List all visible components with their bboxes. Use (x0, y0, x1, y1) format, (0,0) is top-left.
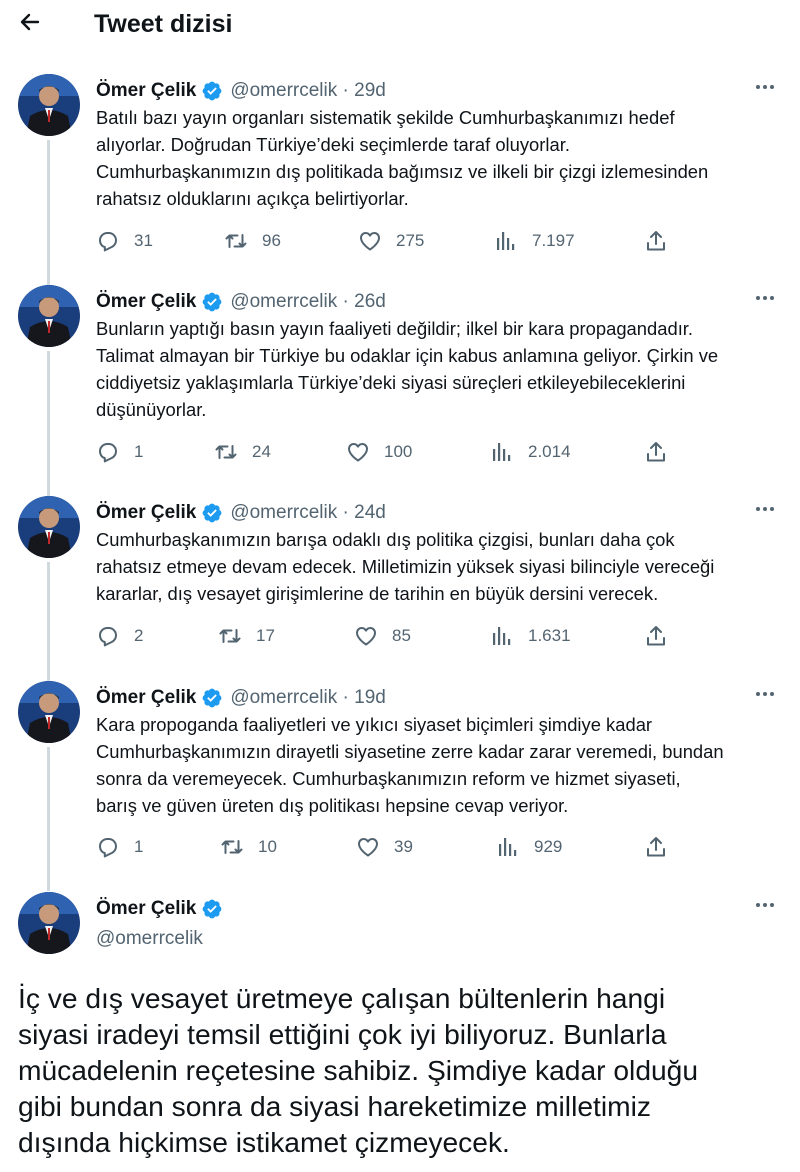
author-handle-time[interactable]: @omerrcelik · 24d (230, 502, 386, 524)
reply-button[interactable]: 2 (96, 623, 143, 649)
avatar[interactable] (18, 74, 80, 136)
like-icon (358, 229, 382, 253)
reply-button[interactable]: 1 (96, 439, 143, 465)
retweet-button[interactable]: 24 (214, 439, 271, 465)
back-button[interactable] (14, 8, 46, 40)
like-icon (346, 440, 370, 464)
share-icon (644, 835, 668, 859)
more-icon (753, 682, 777, 711)
verified-badge-icon (201, 898, 223, 920)
tweet-text: Cumhurbaşkanımızın barışa odaklı dış pol… (96, 529, 715, 604)
author-name[interactable]: Ömer Çelik (96, 687, 196, 709)
thread-tweet[interactable]: Ömer Çelik @omerrcelik · 24d Cumhurbaşka… (0, 496, 800, 656)
retweet-icon (220, 835, 244, 859)
tweet-text: Bunların yaptığı basın yayın faaliyeti d… (96, 318, 719, 420)
more-options-button[interactable] (752, 500, 778, 522)
author-handle-time[interactable]: @omerrcelik · 29d (230, 80, 386, 102)
author-handle-time[interactable]: @omerrcelik · 26d (230, 291, 386, 313)
tweet-header: Ömer Çelik @omerrcelik · 29d (96, 78, 386, 104)
avatar[interactable] (18, 285, 80, 347)
tweet-header: Ömer Çelik @omerrcelik · 24d (96, 500, 386, 526)
reply-icon (96, 229, 120, 253)
retweet-icon (218, 624, 242, 648)
verified-badge-icon (201, 502, 223, 524)
retweet-button[interactable]: 17 (218, 623, 275, 649)
share-button[interactable] (644, 835, 668, 864)
views-button[interactable]: 929 (496, 834, 562, 860)
views-icon (490, 624, 514, 648)
share-icon (644, 229, 668, 253)
avatar[interactable] (18, 681, 80, 743)
thread-tweet[interactable]: Ömer Çelik @omerrcelik · 26d Bunların ya… (0, 285, 800, 475)
like-icon (356, 835, 380, 859)
verified-badge-icon (201, 80, 223, 102)
share-button[interactable] (644, 440, 668, 469)
page-title: Tweet dizisi (94, 10, 233, 38)
like-icon (354, 624, 378, 648)
more-options-button[interactable] (752, 896, 778, 918)
like-button[interactable]: 85 (354, 623, 411, 649)
verified-badge-icon (201, 291, 223, 313)
like-button[interactable]: 100 (346, 439, 412, 465)
avatar[interactable] (18, 892, 80, 954)
more-icon (753, 286, 777, 315)
tweet-actions: 1 24 100 2.014 (96, 439, 676, 465)
views-button[interactable]: 1.631 (490, 623, 571, 649)
views-icon (496, 835, 520, 859)
more-icon (753, 893, 777, 922)
arrow-left-icon (18, 10, 42, 39)
tweet-text: Batılı bazı yayın organları sistematik ş… (96, 107, 709, 209)
views-icon (494, 229, 518, 253)
main-tweet[interactable]: Ömer Çelik @omerrcelik (0, 892, 800, 970)
header-bar: Tweet dizisi (0, 0, 800, 48)
tweet-actions: 1 10 39 929 (96, 834, 676, 860)
main-tweet-text: İç ve dış vesayet üretmeye çalışan bülte… (18, 982, 699, 1158)
share-icon (644, 440, 668, 464)
share-button[interactable] (644, 229, 668, 258)
views-button[interactable]: 7.197 (494, 228, 575, 254)
more-options-button[interactable] (752, 685, 778, 707)
author-name[interactable]: Ömer Çelik (96, 502, 196, 524)
avatar[interactable] (18, 496, 80, 558)
retweet-button[interactable]: 96 (224, 228, 281, 254)
tweet-header: Ömer Çelik (96, 896, 230, 922)
retweet-icon (224, 229, 248, 253)
like-button[interactable]: 275 (358, 228, 424, 254)
views-button[interactable]: 2.014 (490, 439, 571, 465)
reply-icon (96, 440, 120, 464)
thread-tweet[interactable]: Ömer Çelik @omerrcelik · 29d Batılı bazı… (0, 74, 800, 264)
reply-button[interactable]: 1 (96, 834, 143, 860)
reply-icon (96, 624, 120, 648)
retweet-icon (214, 440, 238, 464)
author-name[interactable]: Ömer Çelik (96, 291, 196, 313)
more-options-button[interactable] (752, 78, 778, 100)
thread-tweet[interactable]: Ömer Çelik @omerrcelik · 19d Kara propog… (0, 681, 800, 871)
more-icon (753, 75, 777, 104)
reply-icon (96, 835, 120, 859)
tweet-text: Kara propoganda faaliyetleri ve yıkıcı s… (96, 714, 724, 816)
more-icon (753, 497, 777, 526)
tweet-header: Ömer Çelik @omerrcelik · 19d (96, 685, 386, 711)
tweet-actions: 2 17 85 1.631 (96, 623, 676, 649)
reply-button[interactable]: 31 (96, 228, 153, 254)
share-icon (644, 624, 668, 648)
retweet-button[interactable]: 10 (220, 834, 277, 860)
share-button[interactable] (644, 624, 668, 653)
tweet-actions: 31 96 275 7.197 (96, 228, 676, 254)
like-button[interactable]: 39 (356, 834, 413, 860)
author-handle[interactable]: @omerrcelik (96, 928, 203, 950)
verified-badge-icon (201, 687, 223, 709)
author-name[interactable]: Ömer Çelik (96, 898, 196, 920)
author-name[interactable]: Ömer Çelik (96, 80, 196, 102)
tweet-header: Ömer Çelik @omerrcelik · 26d (96, 289, 386, 315)
author-handle-time[interactable]: @omerrcelik · 19d (230, 687, 386, 709)
more-options-button[interactable] (752, 289, 778, 311)
views-icon (490, 440, 514, 464)
